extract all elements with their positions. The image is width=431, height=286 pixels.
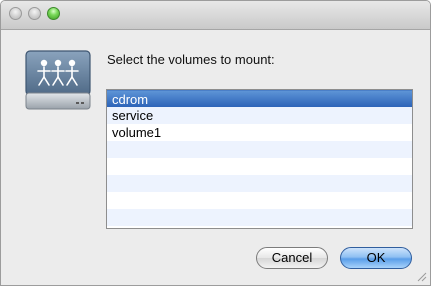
ok-button[interactable]: OK (340, 247, 412, 269)
empty-row (107, 175, 412, 192)
resize-grip-icon[interactable] (417, 272, 427, 282)
close-button[interactable] (9, 7, 22, 20)
empty-row (107, 192, 412, 209)
volume-item-volume1[interactable]: volume1 (107, 124, 412, 141)
mount-volumes-dialog: Select the volumes to mount: cdrom servi… (0, 0, 431, 286)
cancel-button[interactable]: Cancel (256, 247, 328, 269)
volume-item-cdrom[interactable]: cdrom (107, 90, 412, 107)
volume-item-service[interactable]: service (107, 107, 412, 124)
empty-row (107, 158, 412, 175)
empty-row (107, 141, 412, 158)
empty-row (107, 209, 412, 226)
zoom-button[interactable] (47, 7, 60, 20)
shared-volume-icon (25, 50, 91, 110)
title-bar (1, 1, 430, 30)
minimize-button[interactable] (28, 7, 41, 20)
dialog-prompt: Select the volumes to mount: (107, 52, 275, 67)
volume-list[interactable]: cdrom service volume1 (106, 89, 413, 229)
